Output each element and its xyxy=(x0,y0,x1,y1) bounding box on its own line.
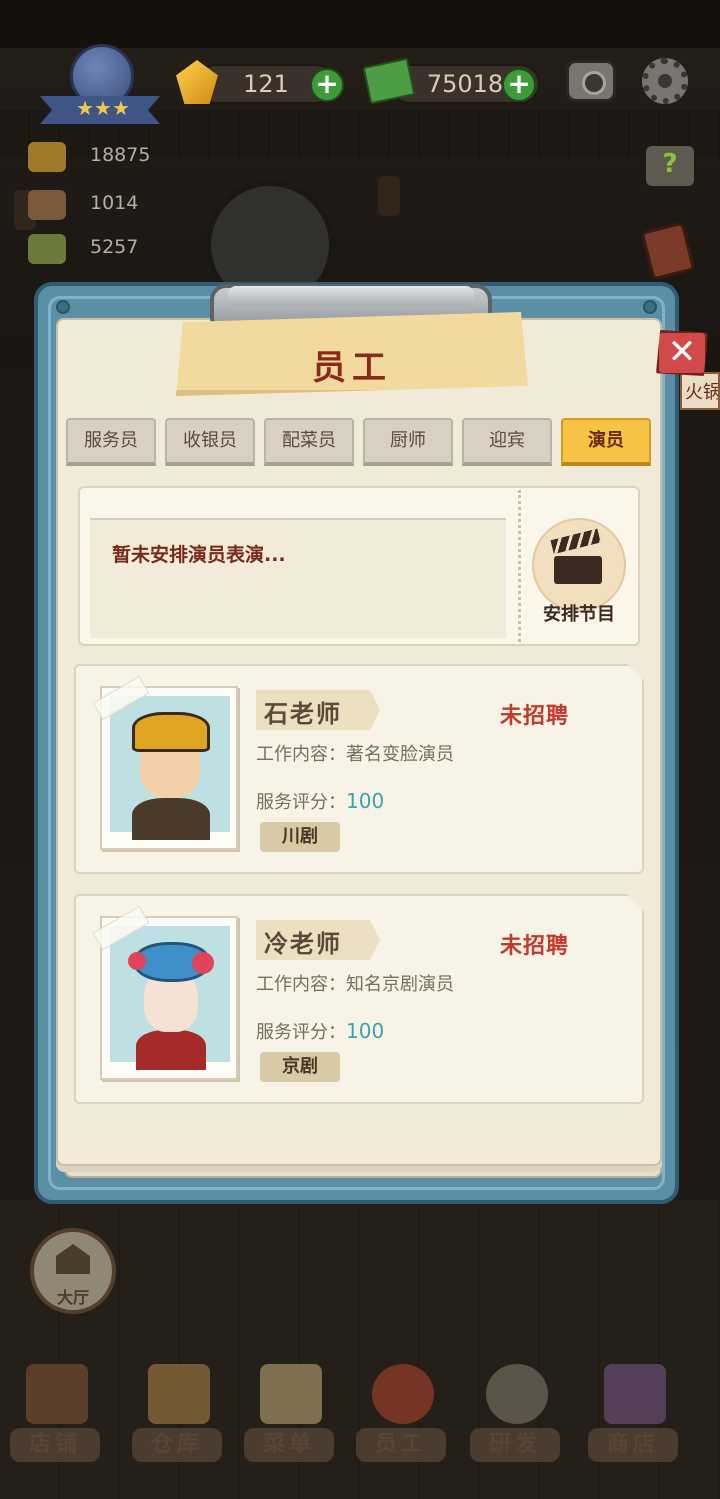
staff-portrait xyxy=(100,916,238,1080)
gem-count: 121 xyxy=(243,70,289,98)
wok-icon xyxy=(486,1364,548,1424)
opera-genre-badge: 川剧 xyxy=(260,822,340,852)
tab-chef[interactable]: 厨师 xyxy=(363,418,453,466)
tab-prep-cook[interactable]: 配菜员 xyxy=(264,418,354,466)
stat-customers: 1014 xyxy=(28,190,178,220)
stat-value: 1014 xyxy=(90,192,139,214)
hall-label: 大厅 xyxy=(56,1288,89,1307)
nav-research[interactable]: 研发 xyxy=(460,1350,570,1470)
service-score-label: 服务评分： xyxy=(256,1022,346,1043)
popularity-icon xyxy=(28,142,66,172)
nav-label: 商店 xyxy=(606,1432,659,1457)
hire-status: 未招聘 xyxy=(500,934,570,959)
work-description: 工作内容：著名变脸演员 xyxy=(256,744,454,765)
no-performance-message: 暂未安排演员表演... xyxy=(112,544,286,566)
nav-menu[interactable]: 菜单 xyxy=(234,1350,344,1470)
close-button[interactable]: ✕ xyxy=(656,330,708,376)
stat-popularity: 18875 xyxy=(28,142,178,172)
rank-badge[interactable]: ★★★ xyxy=(40,44,160,128)
bottom-nav: 店铺 仓库 菜单 员工 研发 商店 xyxy=(0,1350,720,1499)
nav-label: 员工 xyxy=(374,1432,427,1457)
shop-sign: 火锅 xyxy=(680,372,720,410)
gear-icon[interactable] xyxy=(642,58,688,104)
work-description: 工作内容：知名京剧演员 xyxy=(256,974,454,995)
star-icon: ★★★ xyxy=(76,96,130,120)
clapperboard-icon xyxy=(550,528,602,584)
schedule-show-label[interactable]: 安排节目 xyxy=(520,600,638,626)
nav-label: 菜单 xyxy=(262,1432,315,1457)
cash-count: 75018 xyxy=(426,70,504,98)
rivet xyxy=(56,300,70,314)
tab-greeter[interactable]: 迎宾 xyxy=(462,418,552,466)
camera-icon[interactable] xyxy=(566,60,616,102)
staff-tabs: 服务员 收银员 配菜员 厨师 迎宾 演员 xyxy=(64,418,656,468)
staff-name: 冷老师 xyxy=(264,930,342,958)
nav-warehouse[interactable]: 仓库 xyxy=(122,1350,232,1470)
stat-value: 5257 xyxy=(90,236,139,258)
help-icon[interactable]: ? xyxy=(646,146,694,186)
nav-shop-front[interactable]: 店铺 xyxy=(0,1350,110,1470)
clipboard-icon xyxy=(260,1364,322,1424)
customers-icon xyxy=(28,190,66,220)
nav-store[interactable]: 商店 xyxy=(578,1350,688,1470)
rivet xyxy=(643,300,657,314)
stat-dishes: 5257 xyxy=(28,234,178,264)
nav-label: 仓库 xyxy=(150,1432,203,1457)
nav-label: 店铺 xyxy=(28,1432,81,1457)
storefront-icon xyxy=(26,1364,88,1424)
clipboard-clip-top xyxy=(228,286,474,306)
opera-genre-badge: 京剧 xyxy=(260,1052,340,1082)
add-cash-button[interactable]: + xyxy=(502,68,536,102)
nav-staff[interactable]: 员工 xyxy=(346,1350,456,1470)
staff-portrait xyxy=(100,686,238,850)
service-score: 服务评分：100 xyxy=(256,1018,384,1044)
dialog-title: 员工 xyxy=(312,348,392,388)
tab-performer[interactable]: 演员 xyxy=(561,418,651,466)
staff-icon xyxy=(372,1364,434,1424)
tab-cashier[interactable]: 收银员 xyxy=(165,418,255,466)
add-gems-button[interactable]: + xyxy=(310,68,344,102)
service-score-value: 100 xyxy=(346,1019,385,1043)
nav-label: 研发 xyxy=(488,1432,541,1457)
service-score-label: 服务评分： xyxy=(256,792,346,813)
schedule-notes xyxy=(90,518,506,638)
tab-waiter[interactable]: 服务员 xyxy=(66,418,156,466)
stat-value: 18875 xyxy=(90,144,151,166)
service-score: 服务评分：100 xyxy=(256,788,384,814)
hire-status: 未招聘 xyxy=(500,704,570,729)
staff-name: 石老师 xyxy=(264,700,342,728)
dishes-icon xyxy=(28,234,66,264)
crate-icon xyxy=(148,1364,210,1424)
service-score-value: 100 xyxy=(346,789,385,813)
shop-icon xyxy=(604,1364,666,1424)
